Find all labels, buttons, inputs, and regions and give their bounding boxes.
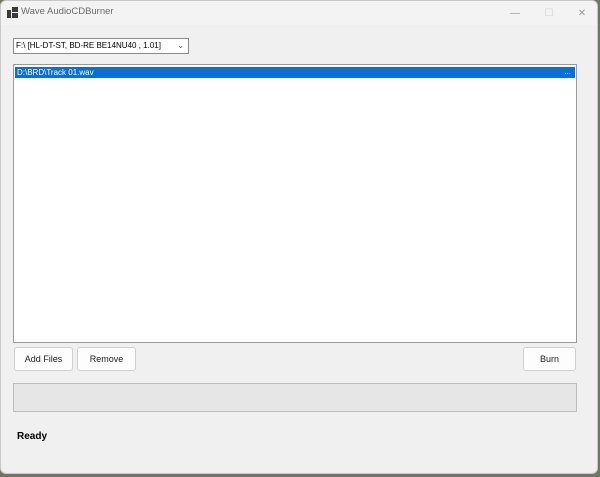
status-text: Ready	[17, 431, 48, 442]
window-title: Wave AudioCDBurner	[21, 6, 114, 17]
list-item-label: D:\BRD\Track 01.wav	[17, 68, 94, 77]
chevron-down-icon[interactable]: ⌄	[177, 39, 184, 53]
drive-select[interactable]: F:\ [HL-DT-ST, BD-RE BE14NU40 , 1.01] ⌄	[13, 38, 189, 54]
progress-bar	[13, 383, 577, 412]
close-button[interactable]: ✕	[566, 1, 597, 25]
maximize-icon: ☐	[544, 7, 554, 19]
drive-select-value: F:\ [HL-DT-ST, BD-RE BE14NU40 , 1.01]	[16, 41, 161, 50]
close-icon: ✕	[577, 7, 587, 19]
maximize-button[interactable]: ☐	[533, 1, 565, 25]
title-bar[interactable]: Wave AudioCDBurner — ☐ ✕	[1, 1, 597, 25]
app-window-icon	[7, 7, 18, 18]
row-marker: ...	[564, 67, 571, 76]
remove-button[interactable]: Remove	[77, 347, 136, 371]
file-list[interactable]: D:\BRD\Track 01.wav ...	[13, 64, 577, 343]
minimize-button[interactable]: —	[499, 1, 531, 25]
burn-button[interactable]: Burn	[523, 347, 576, 371]
list-item[interactable]: D:\BRD\Track 01.wav ...	[15, 67, 575, 78]
app-window: Wave AudioCDBurner — ☐ ✕ F:\ [HL-DT-ST, …	[0, 0, 598, 474]
minimize-icon: —	[510, 7, 520, 19]
add-files-button[interactable]: Add Files	[14, 347, 73, 371]
